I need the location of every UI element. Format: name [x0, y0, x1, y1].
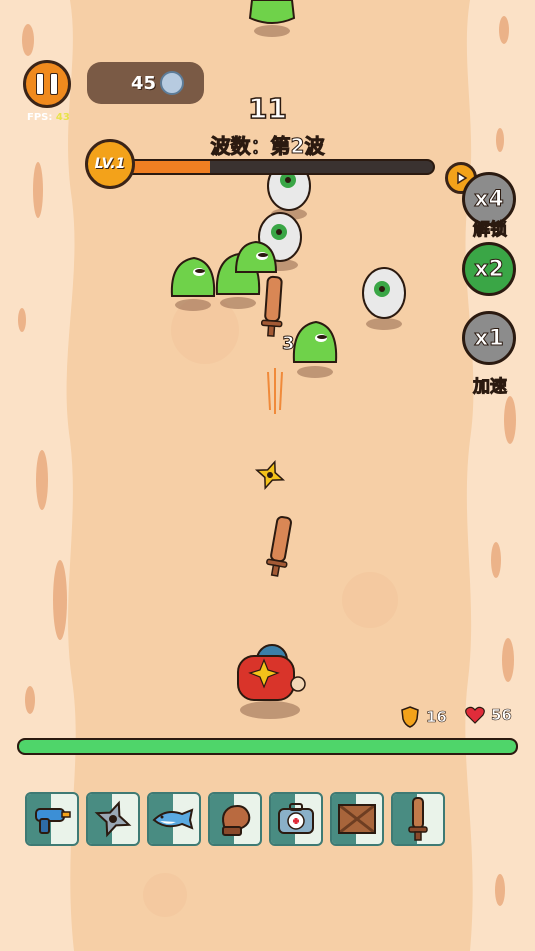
slime-enemy	[248, 0, 296, 37]
health-bar	[17, 738, 518, 755]
speed-x4-caption: 解锁	[473, 220, 508, 241]
coin-value: 45	[130, 72, 156, 94]
wooden-sword-projectile	[266, 516, 292, 577]
slash-effect	[267, 368, 283, 414]
wooden-sword-projectile	[260, 275, 283, 337]
speed-x1-button[interactable]: x1	[462, 311, 516, 365]
heart-icon	[465, 706, 485, 724]
weapon-slot[interactable]	[86, 792, 140, 846]
level-badge: LV.1	[85, 139, 135, 189]
shield-stat: 16	[400, 706, 447, 728]
xp-bar	[113, 159, 435, 175]
damage-number: 3	[282, 333, 295, 355]
shuriken-icon	[94, 800, 132, 838]
weapon-slot[interactable]	[147, 792, 201, 846]
health-stat: 56	[465, 706, 512, 724]
shark-icon	[152, 808, 194, 830]
weapon-slot[interactable]	[269, 792, 323, 846]
slime-enemy	[292, 320, 338, 378]
health-bar-fill	[19, 740, 516, 753]
medkit-icon	[278, 803, 314, 834]
player-character	[237, 644, 306, 719]
wave-timer: 11	[247, 91, 287, 126]
wave-label: 波数：第2波	[210, 134, 325, 159]
health-value: 56	[491, 706, 512, 725]
weapon-slot[interactable]	[330, 792, 384, 846]
shuriken-projectile	[254, 459, 286, 491]
weapon-slots	[25, 792, 445, 846]
shield-value: 16	[426, 708, 447, 727]
weapon-slot[interactable]	[391, 792, 445, 846]
weapon-slot[interactable]	[208, 792, 262, 846]
speed-x1-caption: 加速	[473, 377, 508, 398]
weapon-slot[interactable]	[25, 792, 79, 846]
shield-icon	[401, 706, 419, 728]
wooden-sword-icon	[408, 797, 428, 841]
crate-icon	[338, 803, 376, 835]
egg-enemy	[362, 267, 406, 330]
water-gun-icon	[35, 808, 71, 834]
slime-enemy	[170, 256, 216, 311]
boxing-glove-icon	[222, 805, 251, 836]
speed-x2-button[interactable]: x2	[462, 242, 516, 296]
